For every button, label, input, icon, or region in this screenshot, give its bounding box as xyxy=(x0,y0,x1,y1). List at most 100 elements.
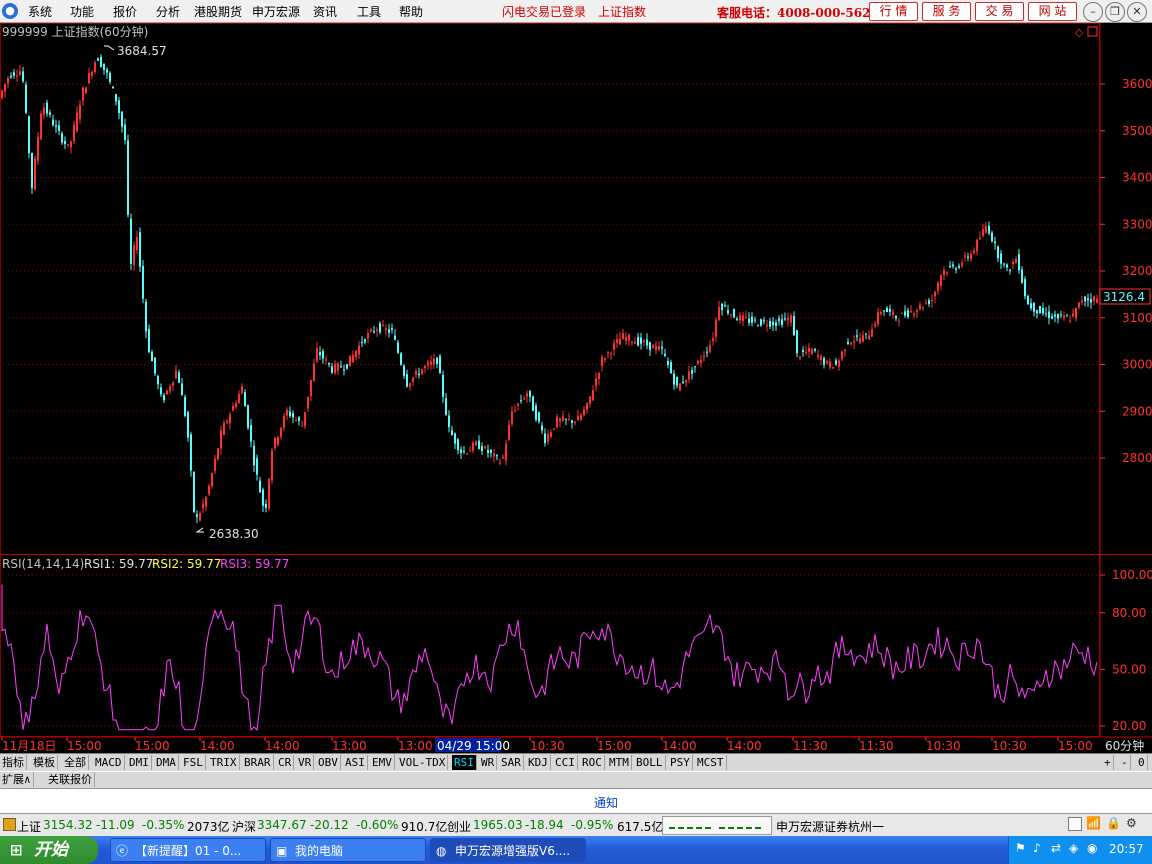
tab-control-button[interactable]: - xyxy=(1119,755,1131,770)
indicator-tab[interactable]: CCI xyxy=(553,755,578,770)
nav-quote-button[interactable]: 行 情 xyxy=(869,2,918,21)
indicator-tab[interactable]: 全部 xyxy=(62,755,89,770)
market-breadth-indicator xyxy=(662,816,772,835)
indicator-tab[interactable]: KDJ xyxy=(526,755,551,770)
candle-body xyxy=(556,416,558,428)
candle-body xyxy=(1003,263,1005,265)
candle-body xyxy=(610,353,612,355)
indicator-tab[interactable]: WR xyxy=(479,755,498,770)
indicator-tab[interactable]: DMI xyxy=(127,755,152,770)
indicator-tab[interactable]: PSY xyxy=(668,755,693,770)
indicator-tab[interactable]: OBV xyxy=(316,755,341,770)
candle-body xyxy=(1030,303,1032,309)
tab-expand[interactable]: 扩展∧ xyxy=(0,772,34,787)
candle-body xyxy=(397,342,399,353)
indicator-tab[interactable]: SAR xyxy=(499,755,524,770)
tray-network-icon[interactable]: ⇄ xyxy=(1051,841,1061,855)
menu-news[interactable]: 资讯 xyxy=(313,3,337,20)
candle-body xyxy=(805,351,807,353)
indicator-tab[interactable]: 模板 xyxy=(31,755,58,770)
candle-body xyxy=(904,311,906,316)
tray-app-icon[interactable]: ◉ xyxy=(1087,841,1097,855)
indicator-tab[interactable]: ROC xyxy=(580,755,605,770)
hs-value: 3347.67 xyxy=(257,818,307,832)
status-icon[interactable] xyxy=(3,818,16,831)
menu-quote[interactable]: 报价 xyxy=(113,3,137,20)
restore-icon[interactable]: ❐ xyxy=(1105,2,1125,22)
indicator-tab[interactable]: 指标 xyxy=(0,755,27,770)
task-my-computer[interactable]: ▣ 我的电脑 xyxy=(270,838,426,862)
indicator-tab[interactable]: TRIX xyxy=(208,755,240,770)
task-reminder[interactable]: ⓔ 【新提醒】01 - 0... xyxy=(110,838,266,862)
candle-body xyxy=(79,104,81,119)
lock-icon[interactable]: 🔒 xyxy=(1106,816,1121,830)
task-swhy-app[interactable]: ◍ 申万宏源增强版V6.... xyxy=(430,838,586,862)
candle-body xyxy=(778,318,780,321)
indicator-tab[interactable]: VR xyxy=(296,755,315,770)
candle-body xyxy=(901,312,903,314)
indicator-tab[interactable]: EMV xyxy=(370,755,395,770)
indicator-tab[interactable]: MCST xyxy=(695,755,727,770)
candle-body xyxy=(547,434,549,442)
indicator-tab[interactable]: DMA xyxy=(154,755,179,770)
indicator-tab[interactable]: MACD xyxy=(93,755,125,770)
candle-body xyxy=(223,422,225,435)
candle-body xyxy=(70,141,72,148)
candle-body xyxy=(910,311,912,313)
candle-body xyxy=(634,341,636,344)
candle-body xyxy=(985,225,987,233)
menu-swhy[interactable]: 申万宏源 xyxy=(252,3,300,20)
system-tray: ⚑ ♪ ⇄ ◈ ◉ 20:57 xyxy=(1008,836,1152,864)
sh-pct: -0.35% xyxy=(142,818,185,832)
tray-volume-icon[interactable]: ♪ xyxy=(1033,841,1041,855)
indicator-tab[interactable]: ASI xyxy=(343,755,368,770)
tray-shield-icon[interactable]: ◈ xyxy=(1069,841,1078,855)
candle-body xyxy=(595,378,597,386)
chart-options-icon[interactable]: ◇ xyxy=(1075,26,1084,39)
menu-analysis[interactable]: 分析 xyxy=(156,3,180,20)
minimize-icon[interactable]: – xyxy=(1083,2,1103,22)
indicator-tab[interactable]: FSL xyxy=(181,755,206,770)
candle-body xyxy=(592,389,594,401)
candle-body xyxy=(130,218,132,264)
indicator-tab[interactable]: RSI xyxy=(452,755,477,770)
menu-tools[interactable]: 工具 xyxy=(357,3,381,20)
indicator-tab[interactable]: MTM xyxy=(607,755,632,770)
candle-body xyxy=(319,352,321,356)
candle-body xyxy=(877,312,879,325)
nav-website-button[interactable]: 网 站 xyxy=(1028,2,1077,21)
candle-body xyxy=(637,337,639,346)
nav-service-button[interactable]: 服 务 xyxy=(922,2,971,21)
menu-help[interactable]: 帮助 xyxy=(399,3,423,20)
x-tick-label: 10:30 xyxy=(530,739,565,753)
signal-icon[interactable]: 📶 xyxy=(1086,816,1101,830)
chart-maximize-icon[interactable] xyxy=(1087,26,1098,37)
rsi-ytick-label: 50.00 xyxy=(1112,662,1146,676)
candle-body xyxy=(202,503,204,509)
indicator-tab[interactable]: CR xyxy=(276,755,295,770)
close-icon[interactable]: ✕ xyxy=(1127,2,1147,22)
indicator-tab[interactable]: VOL-TDX xyxy=(397,755,449,770)
notice-link[interactable]: 通知 xyxy=(594,794,618,811)
period-label[interactable]: 60分钟 xyxy=(1105,738,1144,753)
menu-function[interactable]: 功能 xyxy=(70,3,94,20)
candle-body xyxy=(271,450,273,481)
layout-icon[interactable] xyxy=(1068,817,1082,831)
menu-hk-futures[interactable]: 港股期货 xyxy=(194,3,242,20)
nav-trade-button[interactable]: 交 易 xyxy=(975,2,1024,21)
tab-control-button[interactable]: + xyxy=(1102,755,1114,770)
candle-body xyxy=(505,443,507,461)
indicator-tab[interactable]: BRAR xyxy=(242,755,274,770)
settings-icon[interactable]: ⚙ xyxy=(1126,816,1137,830)
candle-body xyxy=(241,386,243,394)
candle-body xyxy=(913,313,915,315)
candle-body xyxy=(553,428,555,430)
chart-area[interactable]: 3600 3500 3400 3300 3200 3100 3000 2900 2800 100… xyxy=(0,23,1152,753)
tab-related-quote[interactable]: 关联报价 xyxy=(46,772,95,787)
menu-system[interactable]: 系统 xyxy=(28,3,52,20)
start-button[interactable]: ⊞ 开始 xyxy=(0,836,98,864)
candle-body xyxy=(211,473,213,487)
indicator-tab[interactable]: BOLL xyxy=(634,755,666,770)
tray-flag-icon[interactable]: ⚑ xyxy=(1015,841,1026,855)
tab-control-button[interactable]: 0 xyxy=(1136,755,1148,770)
